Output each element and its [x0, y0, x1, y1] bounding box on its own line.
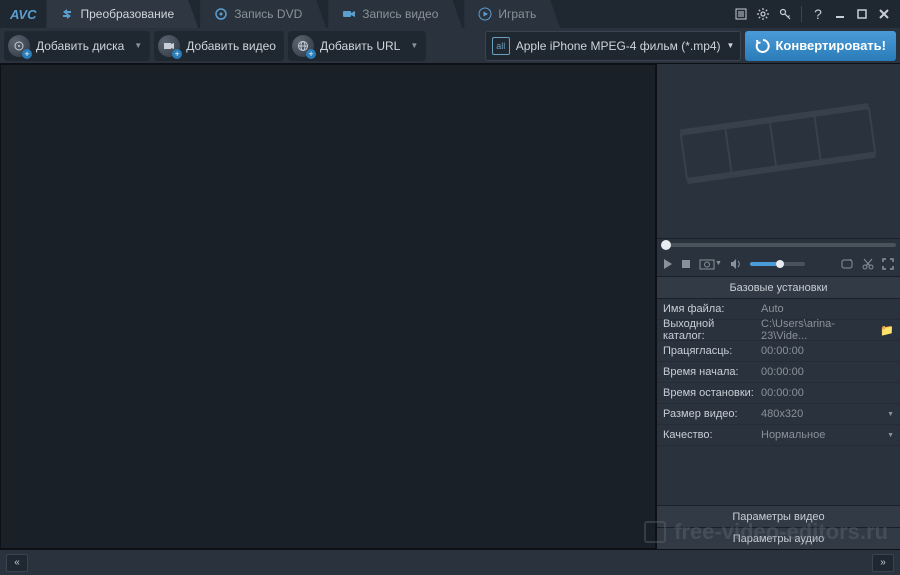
- video-params-header[interactable]: Параметры видео: [657, 505, 900, 527]
- quality-dropdown[interactable]: Нормальное▼: [757, 429, 894, 441]
- tab-play[interactable]: Играть: [464, 0, 560, 28]
- add-url-button[interactable]: Добавить URL ▼: [288, 31, 426, 61]
- tab-record[interactable]: Запись видео: [328, 0, 462, 28]
- seek-thumb[interactable]: [661, 240, 671, 250]
- help-icon[interactable]: ?: [808, 4, 828, 24]
- tab-convert[interactable]: Преобразование: [46, 0, 198, 28]
- prev-button[interactable]: «: [6, 554, 28, 572]
- video-plus-icon: [158, 35, 180, 57]
- minimize-icon[interactable]: [830, 4, 850, 24]
- play-icon: [478, 7, 492, 21]
- chevron-down-icon: ▼: [727, 41, 735, 50]
- tab-label: Запись видео: [362, 7, 438, 21]
- convert-label: Конвертировать!: [775, 38, 886, 53]
- next-button[interactable]: »: [872, 554, 894, 572]
- output-dir-input[interactable]: C:\Users\arina-23\Vide...📁: [757, 318, 894, 342]
- tab-dvd[interactable]: Запись DVD: [200, 0, 326, 28]
- preview-area: [657, 64, 900, 239]
- volume-button[interactable]: [730, 258, 742, 270]
- options-icon[interactable]: [731, 4, 751, 24]
- folder-icon[interactable]: 📁: [880, 324, 894, 336]
- filename-input[interactable]: Auto: [757, 303, 894, 315]
- audio-params-header[interactable]: Параметры аудио: [657, 527, 900, 549]
- url-plus-icon: [292, 35, 314, 57]
- stop-button[interactable]: [681, 259, 691, 269]
- tab-label: Играть: [498, 7, 536, 21]
- main-tabs: Преобразование Запись DVD Запись видео И…: [46, 0, 731, 28]
- setting-quality: Качество: Нормальное▼: [657, 425, 900, 446]
- chevron-down-icon: ▼: [134, 41, 142, 50]
- profile-icon: all: [492, 37, 510, 55]
- snapshot-button[interactable]: ▼: [699, 258, 722, 270]
- basic-settings-header: Базовые установки: [657, 277, 900, 299]
- maximize-icon[interactable]: [852, 4, 872, 24]
- setting-video-size: Размер видео: 480x320▼: [657, 404, 900, 425]
- seek-bar[interactable]: [657, 239, 900, 251]
- fullscreen-button[interactable]: [882, 258, 894, 270]
- gear-icon[interactable]: [753, 4, 773, 24]
- loop-button[interactable]: [840, 258, 854, 270]
- add-video-button[interactable]: Добавить видео: [154, 31, 284, 61]
- camera-icon: [342, 7, 356, 21]
- convert-icon: [60, 7, 74, 21]
- setting-filename: Имя файла: Auto: [657, 299, 900, 320]
- tab-label: Запись DVD: [234, 7, 302, 21]
- cut-button[interactable]: [862, 258, 874, 270]
- setting-start-time: Время начала: 00:00:00: [657, 362, 900, 383]
- volume-slider[interactable]: [750, 262, 805, 266]
- setting-output-dir: Выходной каталог: C:\Users\arina-23\Vide…: [657, 320, 900, 341]
- setting-stop-time: Время остановки: 00:00:00: [657, 383, 900, 404]
- tab-label: Преобразование: [80, 7, 174, 21]
- profile-label: Apple iPhone MPEG-4 фильм (*.mp4): [516, 39, 721, 53]
- start-time-input[interactable]: 00:00:00: [757, 366, 894, 378]
- play-button[interactable]: [663, 258, 673, 270]
- disc-icon: [214, 7, 228, 21]
- setting-duration: Працягласць: 00:00:00: [657, 341, 900, 362]
- convert-button[interactable]: Конвертировать!: [745, 31, 896, 61]
- file-list-area[interactable]: [0, 64, 656, 549]
- close-icon[interactable]: [874, 4, 894, 24]
- app-logo: AVC: [0, 7, 46, 22]
- video-size-dropdown[interactable]: 480x320▼: [757, 408, 894, 420]
- key-icon[interactable]: [775, 4, 795, 24]
- add-video-label: Добавить видео: [186, 39, 276, 53]
- add-url-label: Добавить URL: [320, 39, 400, 53]
- refresh-icon: [755, 38, 771, 54]
- stop-time-input[interactable]: 00:00:00: [757, 387, 894, 399]
- disc-plus-icon: [8, 35, 30, 57]
- filmstrip-icon: [674, 101, 884, 201]
- chevron-down-icon: ▼: [887, 411, 894, 418]
- add-disc-label: Добавить диска: [36, 39, 124, 53]
- output-profile-selector[interactable]: all Apple iPhone MPEG-4 фильм (*.mp4) ▼: [485, 31, 742, 61]
- chevron-down-icon: ▼: [410, 41, 418, 50]
- chevron-down-icon: ▼: [887, 432, 894, 439]
- add-disc-button[interactable]: Добавить диска ▼: [4, 31, 150, 61]
